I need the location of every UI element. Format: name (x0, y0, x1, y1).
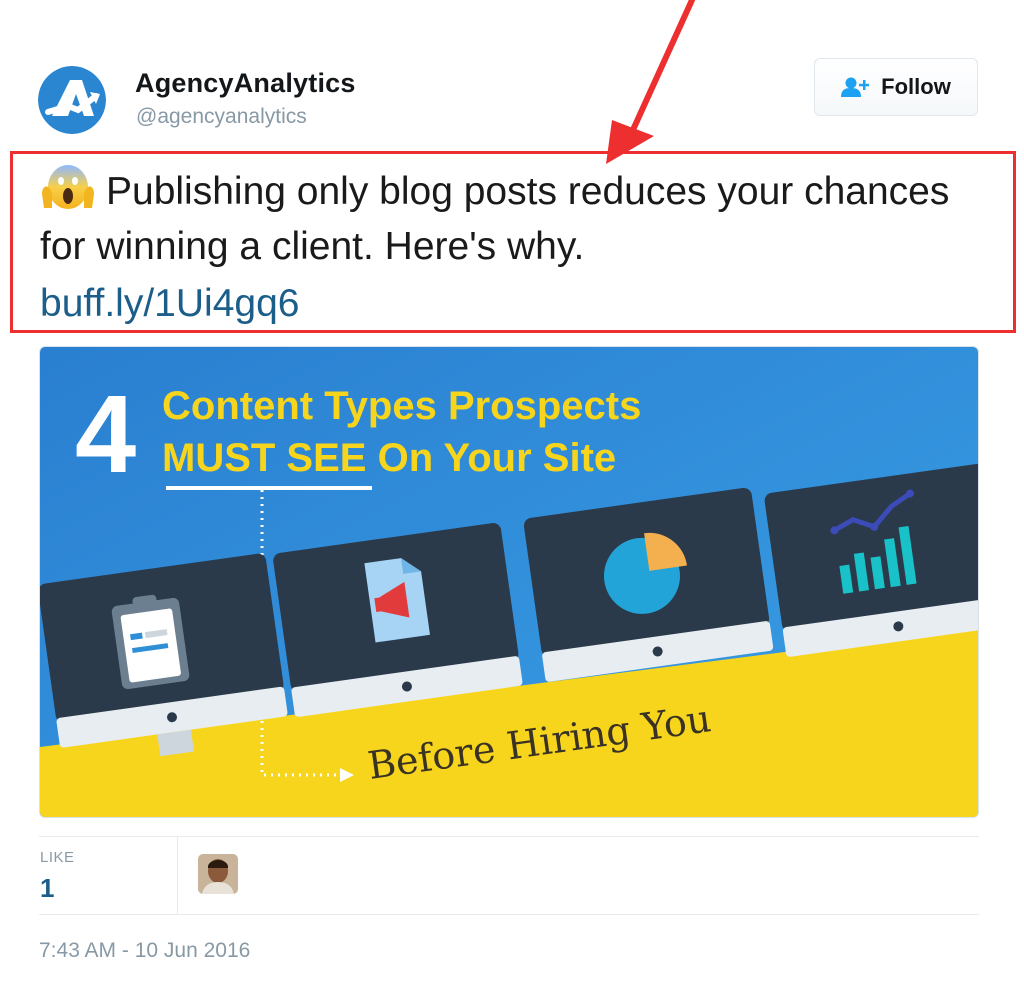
stats-top-divider (39, 836, 979, 837)
add-user-icon (841, 77, 870, 97)
tweet-media-image[interactable]: 4 Content Types Prospects MUST SEE On Yo… (39, 346, 979, 818)
user-handle[interactable]: @agencyanalytics (136, 105, 307, 129)
follow-button-label: Follow (881, 74, 951, 99)
likes-label: LIKE (40, 849, 75, 866)
tweet-body: Publishing only blog posts reduces your … (40, 170, 950, 268)
stats-bottom-divider (39, 914, 979, 915)
user-display-name[interactable]: AgencyAnalytics (135, 68, 356, 99)
stats-vertical-divider (177, 837, 178, 915)
tweet-link[interactable]: buff.ly/1Ui4gq6 (40, 276, 299, 331)
headline-number: 4 (75, 373, 136, 496)
headline-line2: MUST SEE On Your Site (162, 436, 616, 480)
liker-avatar[interactable] (198, 854, 238, 894)
monitor-bar-chart (764, 462, 978, 657)
tweet-text: Publishing only blog posts reduces your … (40, 164, 1000, 274)
user-photo-icon (198, 854, 238, 894)
infographic-image: 4 Content Types Prospects MUST SEE On Yo… (40, 347, 978, 817)
user-avatar[interactable] (38, 66, 106, 134)
monitor-pie-chart (523, 487, 774, 682)
agencyanalytics-logo-icon (38, 66, 106, 134)
likes-count[interactable]: 1 (40, 873, 54, 904)
tweet-timestamp[interactable]: 7:43 AM - 10 Jun 2016 (39, 939, 250, 963)
screaming-face-emoji (42, 165, 94, 209)
monitor-announcement (273, 523, 523, 717)
headline-line1: Content Types Prospects (162, 384, 641, 428)
follow-button[interactable]: Follow (814, 58, 978, 116)
